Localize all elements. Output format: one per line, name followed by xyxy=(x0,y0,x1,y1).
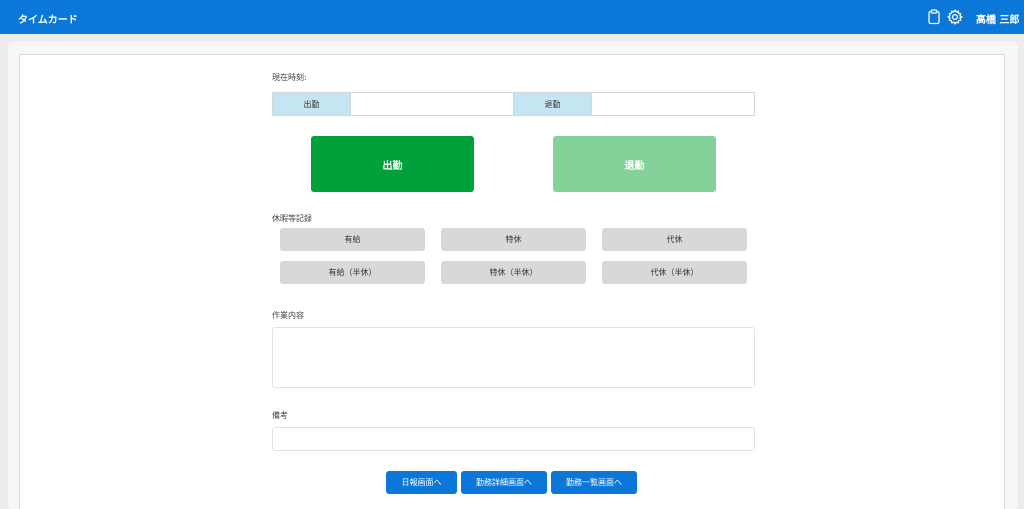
clock-out-time-value xyxy=(592,93,754,115)
leave-section-label: 休暇等記録 xyxy=(272,214,312,223)
work-content-textarea[interactable] xyxy=(272,327,755,388)
time-record-row: 出勤 退勤 xyxy=(272,92,755,116)
clock-out-button[interactable]: 退勤 xyxy=(553,136,716,192)
paid-leave-button[interactable]: 有給 xyxy=(280,228,425,251)
work-detail-button[interactable]: 勤務詳細画面へ xyxy=(461,471,547,494)
clock-in-button[interactable]: 出勤 xyxy=(311,136,474,192)
gear-icon[interactable] xyxy=(946,8,964,26)
clipboard-icon[interactable] xyxy=(925,8,943,26)
current-time-label: 現在時刻: xyxy=(272,73,307,82)
paid-half-leave-button[interactable]: 有給（半休） xyxy=(280,261,425,284)
notes-label: 備考 xyxy=(272,411,288,420)
work-list-button[interactable]: 勤務一覧画面へ xyxy=(551,471,637,494)
daily-report-button[interactable]: 日報画面へ xyxy=(386,471,457,494)
work-content-label: 作業内容 xyxy=(272,311,304,320)
notes-input[interactable] xyxy=(272,427,755,451)
special-half-leave-button[interactable]: 特休（半休） xyxy=(441,261,586,284)
substitute-half-leave-button[interactable]: 代休（半休） xyxy=(602,261,747,284)
substitute-leave-button[interactable]: 代休 xyxy=(602,228,747,251)
clock-in-time-label: 出勤 xyxy=(273,93,351,115)
user-name[interactable]: 高橋 三郎 xyxy=(976,11,1019,26)
app-title: タイムカード xyxy=(18,15,78,26)
special-leave-button[interactable]: 特休 xyxy=(441,228,586,251)
clock-in-time-value xyxy=(351,93,514,115)
app-header: タイムカード 高橋 三郎 xyxy=(0,0,1024,34)
clock-out-time-label: 退勤 xyxy=(514,93,592,115)
